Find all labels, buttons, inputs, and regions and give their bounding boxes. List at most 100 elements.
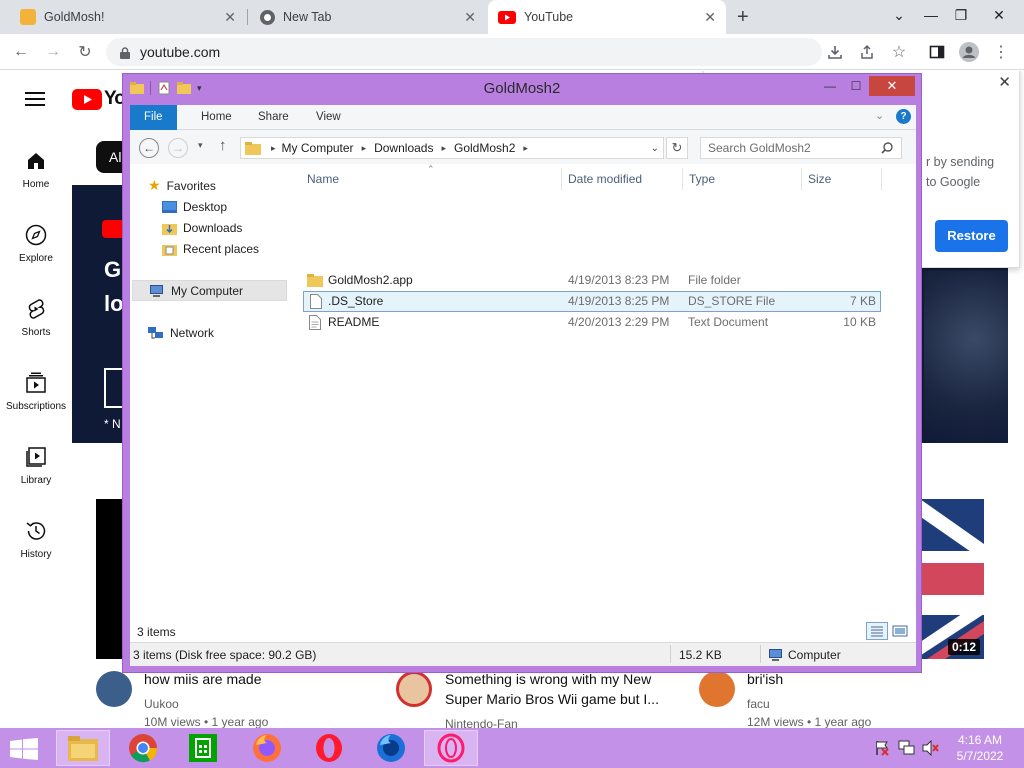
- forward-arrow-icon[interactable]: →: [168, 138, 188, 158]
- nav-explore[interactable]: Explore: [0, 223, 72, 264]
- profile-avatar-icon[interactable]: [958, 41, 980, 63]
- channel-name[interactable]: Uukoo: [144, 695, 179, 713]
- channel-avatar[interactable]: [96, 671, 132, 707]
- nav-home[interactable]: Home: [0, 149, 72, 190]
- nav-history[interactable]: History: [0, 519, 72, 560]
- nav-desktop[interactable]: Desktop: [162, 196, 227, 217]
- back-arrow-icon[interactable]: ←: [139, 138, 159, 158]
- install-app-icon[interactable]: [824, 41, 846, 63]
- help-icon[interactable]: ?: [896, 109, 911, 124]
- minimize-icon[interactable]: —: [916, 0, 946, 30]
- restore-window-icon[interactable]: ❐: [946, 0, 976, 30]
- file-icon: [310, 294, 322, 309]
- clock[interactable]: 4:16 AM 5/7/2022: [950, 732, 1010, 764]
- file-explorer-taskbar-button[interactable]: [56, 730, 110, 766]
- nav-shorts[interactable]: Shorts: [0, 297, 72, 338]
- store-taskbar-button[interactable]: [176, 730, 230, 766]
- channel-name[interactable]: facu: [747, 695, 770, 713]
- tab-new-tab[interactable]: New Tab ✕: [250, 0, 486, 34]
- column-type[interactable]: Type: [689, 172, 715, 186]
- text-file-icon: [309, 315, 321, 330]
- computer-icon: [769, 649, 782, 661]
- side-panel-icon[interactable]: [926, 41, 948, 63]
- volume-muted-icon[interactable]: [922, 739, 940, 759]
- breadcrumb[interactable]: ▸ My Computer ▸ Downloads ▸ GoldMosh2 ▸ …: [240, 137, 664, 159]
- close-window-icon[interactable]: ✕: [984, 0, 1014, 30]
- channel-name[interactable]: Nintendo-Fan: [445, 715, 518, 728]
- nav-recent-places[interactable]: Recent places: [162, 238, 259, 259]
- large-icons-view-icon[interactable]: [891, 623, 909, 639]
- column-name[interactable]: Name: [307, 172, 339, 186]
- tab-search-icon[interactable]: ⌄: [884, 0, 914, 30]
- file-row-goldmosh2-app[interactable]: GoldMosh2.app 4/19/2013 8:23 PM File fol…: [303, 270, 881, 291]
- file-row-ds-store[interactable]: .DS_Store 4/19/2013 8:25 PM DS_STORE Fil…: [303, 291, 881, 312]
- goldmosh-favicon-icon: [20, 9, 36, 25]
- firefox-developer-taskbar-button[interactable]: [364, 730, 418, 766]
- channel-avatar[interactable]: [699, 671, 735, 707]
- nav-favorites[interactable]: ★ Favorites: [148, 175, 216, 196]
- menu-kebab-icon[interactable]: ⋮: [990, 41, 1012, 63]
- details-view-icon[interactable]: [866, 622, 888, 640]
- close-icon[interactable]: ✕: [869, 76, 915, 96]
- hamburger-menu-icon[interactable]: [25, 91, 45, 110]
- computer-icon: [150, 284, 163, 297]
- firefox-taskbar-button[interactable]: [240, 730, 294, 766]
- close-icon[interactable]: ✕: [998, 73, 1011, 91]
- back-arrow-icon[interactable]: ←: [10, 41, 32, 63]
- restore-button[interactable]: Restore: [935, 220, 1008, 252]
- opera-taskbar-button[interactable]: [302, 730, 356, 766]
- breadcrumb-my-computer[interactable]: My Computer: [282, 141, 354, 155]
- action-center-flag-icon[interactable]: [874, 740, 890, 759]
- nav-downloads[interactable]: Downloads: [162, 217, 242, 238]
- downloads-folder-icon: [162, 223, 177, 235]
- status-divider: [760, 645, 761, 663]
- clock-time: 4:16 AM: [957, 733, 1003, 747]
- refresh-icon[interactable]: ↻: [666, 137, 688, 159]
- tab-goldmosh[interactable]: GoldMosh! ✕: [10, 0, 246, 34]
- file-explorer-icon: [68, 736, 98, 761]
- nav-downloads-label: Downloads: [183, 220, 243, 235]
- expand-ribbon-icon[interactable]: ⌄: [875, 109, 884, 122]
- close-tab-icon[interactable]: ✕: [464, 9, 476, 26]
- lock-icon: [120, 46, 130, 59]
- search-input[interactable]: Search GoldMosh2: [700, 137, 902, 159]
- tab-file[interactable]: File: [130, 105, 177, 130]
- windows-start-icon[interactable]: [10, 738, 38, 763]
- close-tab-icon[interactable]: ✕: [704, 9, 716, 26]
- chrome-taskbar-button[interactable]: [116, 730, 170, 766]
- tab-youtube[interactable]: YouTube ✕: [488, 0, 726, 34]
- tab-share[interactable]: Share: [244, 105, 303, 130]
- share-icon[interactable]: [856, 41, 878, 63]
- popup-text-2: to Google: [926, 175, 981, 189]
- bookmark-star-icon[interactable]: ☆: [888, 41, 910, 63]
- opera-gx-taskbar-button[interactable]: [424, 730, 478, 766]
- new-tab-button[interactable]: +: [737, 6, 749, 29]
- address-bar[interactable]: youtube.com: [106, 38, 822, 66]
- youtube-logo[interactable]: Yo: [72, 88, 126, 110]
- youtube-logo-icon: [72, 88, 102, 110]
- youtube-favicon-icon: [498, 10, 516, 24]
- video-title-line-2[interactable]: Super Mario Bros Wii game but I...: [445, 689, 659, 709]
- address-dropdown-icon[interactable]: ⌄: [651, 143, 659, 154]
- tab-view[interactable]: View: [302, 105, 355, 130]
- channel-avatar[interactable]: [396, 671, 432, 707]
- minimize-icon[interactable]: —: [817, 76, 843, 96]
- reload-icon[interactable]: ↻: [74, 41, 96, 63]
- nav-library[interactable]: Library: [0, 445, 72, 486]
- close-tab-icon[interactable]: ✕: [224, 9, 236, 26]
- breadcrumb-downloads[interactable]: Downloads: [374, 141, 433, 155]
- network-tray-icon[interactable]: [898, 740, 916, 759]
- forward-arrow-icon[interactable]: →: [42, 41, 64, 63]
- recent-locations-icon[interactable]: ▾: [198, 140, 203, 151]
- up-arrow-icon[interactable]: ↑: [219, 137, 227, 154]
- file-row-readme[interactable]: README 4/20/2013 2:29 PM Text Document 1…: [303, 312, 881, 333]
- maximize-icon[interactable]: ☐: [843, 76, 869, 96]
- breadcrumb-goldmosh2[interactable]: GoldMosh2: [454, 141, 515, 155]
- nav-my-computer[interactable]: My Computer: [132, 280, 287, 301]
- column-date-modified[interactable]: Date modified: [568, 172, 642, 186]
- tab-home[interactable]: Home: [187, 105, 246, 130]
- nav-network[interactable]: Network: [148, 322, 214, 343]
- nav-desktop-label: Desktop: [183, 199, 228, 214]
- nav-subscriptions[interactable]: Subscriptions: [0, 371, 72, 412]
- column-size[interactable]: Size: [808, 172, 831, 186]
